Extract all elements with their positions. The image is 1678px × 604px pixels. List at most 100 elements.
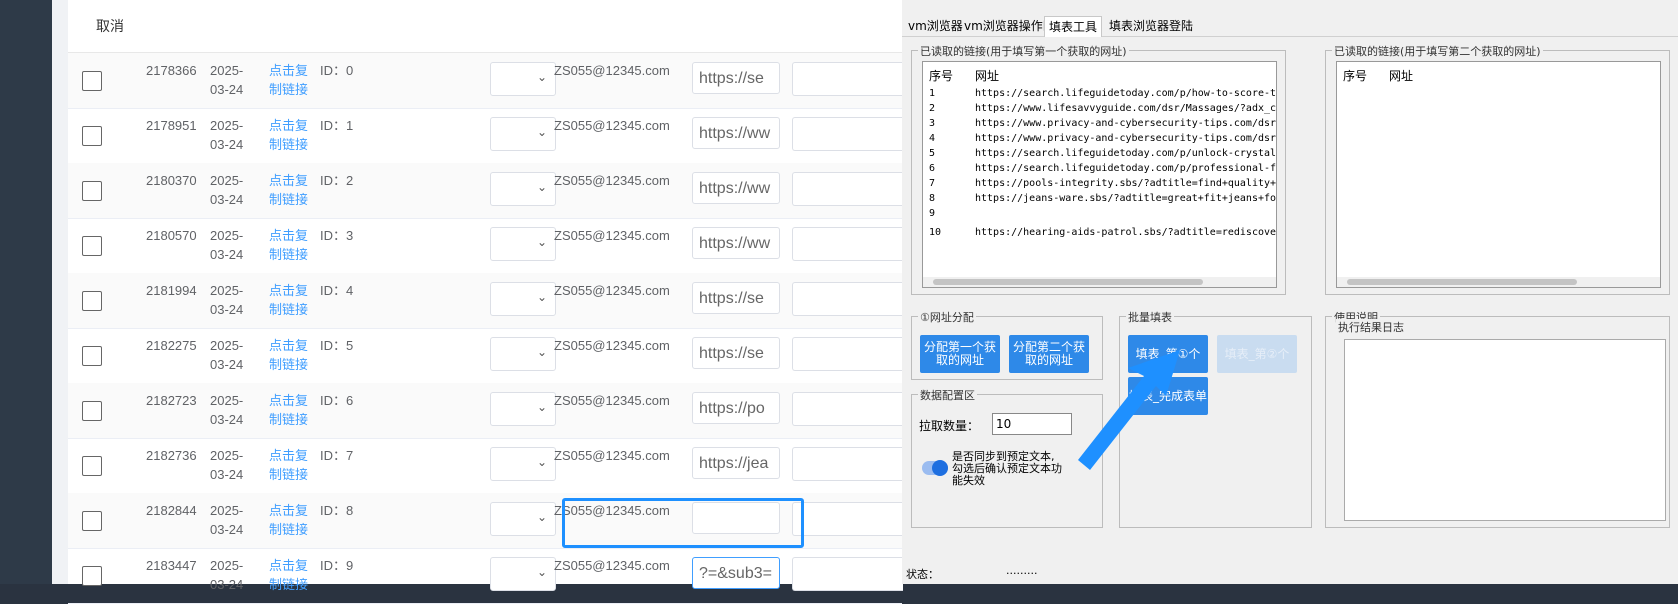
list-item-seq[interactable]: 7: [929, 178, 935, 189]
scroll-thumb[interactable]: [1347, 279, 1577, 285]
row-id: 2182275: [146, 338, 197, 353]
list-item-url[interactable]: https://search.lifeguidetoday.com/p/prof…: [975, 163, 1276, 174]
tab-fill-tool[interactable]: 填表工具: [1044, 16, 1103, 37]
pointer-arrow: [1078, 350, 1180, 470]
row-checkbox[interactable]: [82, 401, 102, 421]
row-checkbox[interactable]: [82, 346, 102, 366]
row-url-input[interactable]: ?=&sub3=: [692, 557, 780, 589]
row-select[interactable]: ⌄: [490, 62, 556, 96]
row-select[interactable]: ⌄: [490, 557, 556, 591]
list1[interactable]: 序号 网址 1 https://search.lifeguidetoday.com…: [922, 61, 1277, 288]
row-url-input[interactable]: https://se: [692, 337, 780, 369]
row-checkbox[interactable]: [82, 566, 102, 586]
list-item-url[interactable]: https://search.lifeguidetoday.com/p/unlo…: [975, 148, 1276, 159]
row-select[interactable]: ⌄: [490, 172, 556, 206]
copy-link[interactable]: 点击复制链接: [269, 61, 313, 99]
row-extra-input[interactable]: [792, 227, 903, 261]
row-extra-input[interactable]: [792, 392, 903, 426]
list-item-seq[interactable]: 2: [929, 103, 935, 114]
table-row: 2182736 2025-03-24 点击复制链接 ID：7 ⌄ ZS055@12345.…: [68, 438, 903, 494]
list-item-seq[interactable]: 10: [929, 227, 941, 238]
row-url-input[interactable]: https://ww: [692, 172, 780, 204]
row-select[interactable]: ⌄: [490, 117, 556, 151]
row-extra-input[interactable]: [792, 62, 903, 96]
chevron-down-icon: ⌄: [536, 70, 547, 84]
row-url-input[interactable]: https://se: [692, 62, 780, 94]
tab-fill-browser-login[interactable]: 填表浏览器登陆: [1109, 16, 1193, 36]
pull-count-input[interactable]: 10: [992, 413, 1072, 435]
row-date: 2025-03-24: [210, 118, 244, 152]
row-date: 2025-03-24: [210, 338, 244, 372]
row-url-input[interactable]: https://jea: [692, 447, 780, 479]
list2[interactable]: 序号 网址: [1336, 61, 1661, 288]
list-item-seq[interactable]: 4: [929, 133, 935, 144]
row-extra-input[interactable]: [792, 337, 903, 371]
row-checkbox[interactable]: [82, 126, 102, 146]
list-item-url[interactable]: https://search.lifeguidetoday.com/p/how-…: [975, 88, 1276, 99]
row-select[interactable]: ⌄: [490, 447, 556, 481]
row-id: 2182736: [146, 448, 197, 463]
row-extra-input[interactable]: [792, 282, 903, 316]
col-seq: 序号: [1343, 69, 1368, 83]
row-checkbox[interactable]: [82, 511, 102, 531]
scroll-thumb[interactable]: [933, 279, 1203, 285]
list-item-seq[interactable]: 6: [929, 163, 935, 174]
list-item-url[interactable]: https://jeans-ware.sbs/?adtitle=great+fi…: [975, 193, 1276, 204]
copy-link[interactable]: 点击复制链接: [269, 116, 313, 154]
list2-hscrollbar[interactable]: [1337, 277, 1660, 287]
result-log[interactable]: [1344, 339, 1666, 521]
copy-link[interactable]: 点击复制链接: [269, 391, 313, 429]
row-url-input[interactable]: https://se: [692, 282, 780, 314]
left-sidebar: [0, 0, 52, 584]
list-item-seq[interactable]: 5: [929, 148, 935, 159]
fill-second-button[interactable]: 填表_第②个: [1217, 335, 1297, 373]
copy-link[interactable]: 点击复制链接: [269, 226, 313, 264]
alloc-first-url-button[interactable]: 分配第一个获取的网址: [920, 335, 1000, 373]
cancel-button[interactable]: 取消: [96, 16, 124, 36]
list-item-url[interactable]: https://hearing-aids-patrol.sbs/?adtitle…: [975, 227, 1276, 238]
row-record-id: ID：0: [320, 63, 354, 78]
list-item-seq[interactable]: 1: [929, 88, 935, 99]
copy-link[interactable]: 点击复制链接: [269, 501, 313, 539]
list-item-url[interactable]: https://www.lifesavvyguide.com/dsr/Massa…: [975, 103, 1276, 114]
row-extra-input[interactable]: [792, 447, 903, 481]
sync-toggle[interactable]: [922, 460, 948, 476]
list2-header: 序号 网址: [1337, 62, 1660, 84]
row-extra-input[interactable]: [792, 557, 903, 591]
row-checkbox[interactable]: [82, 71, 102, 91]
tab-vm-browser[interactable]: vm浏览器: [908, 16, 963, 36]
usage-group: 使用说明 执行结果日志: [1325, 309, 1670, 528]
row-extra-input[interactable]: [792, 502, 903, 536]
list-item-seq[interactable]: 3: [929, 118, 935, 129]
copy-link[interactable]: 点击复制链接: [269, 281, 313, 319]
list1-hscrollbar[interactable]: [923, 277, 1276, 287]
copy-link[interactable]: 点击复制链接: [269, 336, 313, 374]
row-url-input[interactable]: https://ww: [692, 117, 780, 149]
row-select[interactable]: ⌄: [490, 282, 556, 316]
copy-link[interactable]: 点击复制链接: [269, 556, 313, 594]
row-select[interactable]: ⌄: [490, 392, 556, 426]
row-select[interactable]: ⌄: [490, 502, 556, 536]
row-select[interactable]: ⌄: [490, 337, 556, 371]
list-item-seq[interactable]: 9: [929, 208, 935, 219]
copy-link[interactable]: 点击复制链接: [269, 446, 313, 484]
list-item-url[interactable]: https://www.privacy-and-cybersecurity-ti…: [975, 133, 1276, 144]
row-checkbox[interactable]: [82, 181, 102, 201]
toggle-knob: [932, 460, 948, 476]
row-url-input[interactable]: https://ww: [692, 227, 780, 259]
list-item-seq[interactable]: 8: [929, 193, 935, 204]
web-page: 取消 2178366 2025-03-24 点击复制链接 ID：0 ⌄ ZS055@123…: [52, 0, 903, 604]
row-checkbox[interactable]: [82, 291, 102, 311]
list1-group: 已读取的链接(用于填写第一个获取的网址) 序号 网址 1 https://sear…: [911, 43, 1286, 295]
row-select[interactable]: ⌄: [490, 227, 556, 261]
chevron-down-icon: ⌄: [536, 510, 547, 524]
row-url-input[interactable]: https://po: [692, 392, 780, 424]
row-checkbox[interactable]: [82, 236, 102, 256]
copy-link[interactable]: 点击复制链接: [269, 171, 313, 209]
list-item-url[interactable]: https://www.privacy-and-cybersecurity-ti…: [975, 118, 1276, 129]
row-checkbox[interactable]: [82, 456, 102, 476]
list-item-url[interactable]: https://pools-integrity.sbs/?adtitle=fin…: [975, 178, 1276, 189]
tab-vm-browser-ops[interactable]: vm浏览器操作区: [964, 16, 1055, 36]
row-extra-input[interactable]: [792, 172, 903, 206]
row-extra-input[interactable]: [792, 117, 903, 151]
